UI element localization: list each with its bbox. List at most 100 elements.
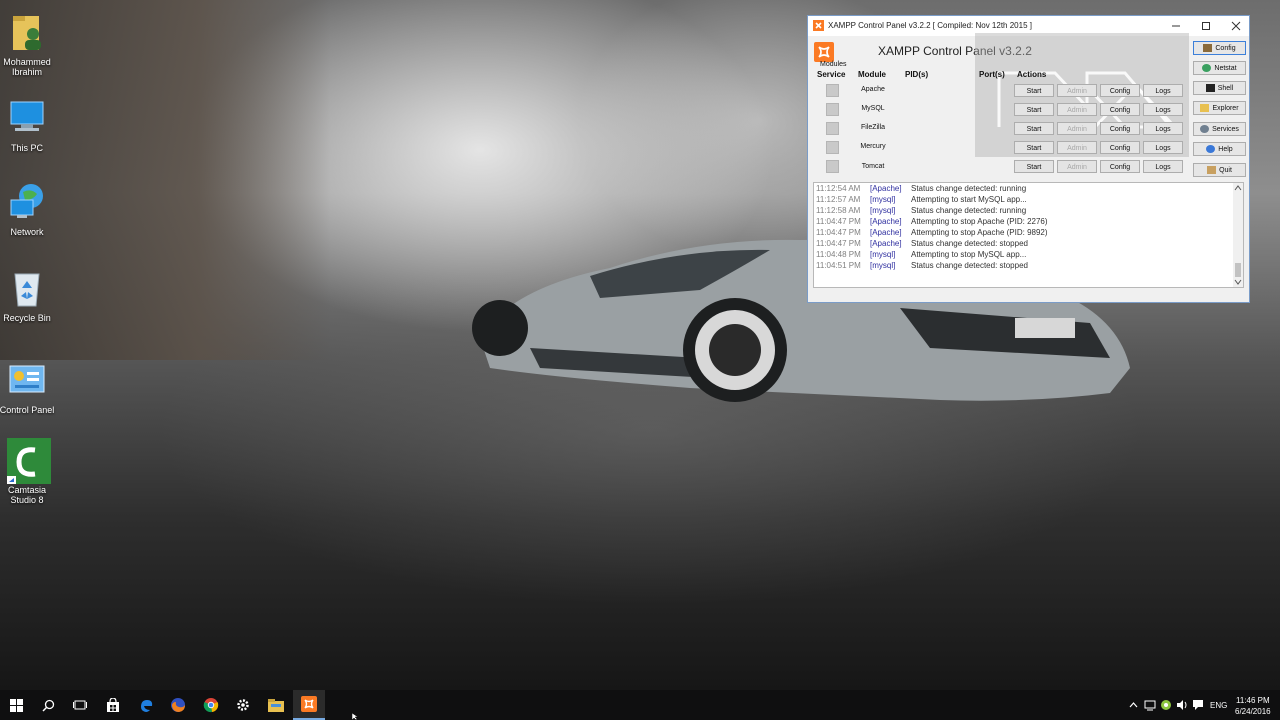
side-button-label: Shell (1217, 84, 1234, 92)
firefox-icon (171, 698, 185, 712)
side-help-button[interactable]: Help (1193, 142, 1246, 156)
clock-time[interactable]: 11:46 PM (1236, 696, 1270, 705)
column-header-pids: PID(s) (905, 70, 929, 79)
side-button-label: Netstat (1214, 64, 1237, 72)
taskbar-edge[interactable] (130, 690, 162, 720)
xampp-icon (813, 20, 824, 31)
admin-button[interactable]: Admin (1057, 84, 1097, 97)
maximize-icon (1202, 22, 1210, 30)
start-button[interactable]: Start (1014, 84, 1054, 97)
clock-date[interactable]: 6/24/2016 (1235, 707, 1271, 716)
logs-button[interactable]: Logs (1143, 84, 1183, 97)
side-config-button[interactable]: Config (1193, 41, 1246, 55)
service-checkbox[interactable] (826, 122, 839, 135)
config-button[interactable]: Config (1100, 84, 1140, 97)
recycle-bin-icon (5, 266, 49, 310)
taskbar-xampp[interactable] (293, 690, 325, 720)
log-message: Status change detected: stopped (911, 261, 1028, 270)
module-name: MySQL (861, 105, 885, 112)
taskbar-settings[interactable] (227, 690, 259, 720)
control-panel-icon (5, 358, 49, 402)
help-icon (1206, 145, 1216, 153)
start-button[interactable]: Start (1014, 160, 1054, 173)
side-explorer-button[interactable]: Explorer (1193, 101, 1246, 115)
maximize-button[interactable] (1191, 16, 1221, 36)
taskbar-file-explorer[interactable] (260, 690, 292, 720)
close-icon (1231, 21, 1241, 31)
logs-button[interactable]: Logs (1143, 122, 1183, 135)
log-horizontal-scrollbar[interactable] (813, 288, 1244, 298)
column-header-actions: Actions (1017, 70, 1047, 79)
side-button-label: Quit (1219, 166, 1232, 174)
language-indicator[interactable]: ENG (1210, 701, 1227, 710)
wrench-icon (1203, 44, 1213, 52)
module-name: Apache (861, 86, 885, 93)
service-checkbox[interactable] (826, 103, 839, 116)
task-view-icon (73, 700, 87, 710)
taskbar-store[interactable] (97, 690, 129, 720)
log-time: 11:04:51 PM (816, 261, 861, 270)
service-checkbox[interactable] (826, 141, 839, 154)
config-button[interactable]: Config (1100, 160, 1140, 173)
logs-button[interactable]: Logs (1143, 103, 1183, 116)
config-button[interactable]: Config (1100, 103, 1140, 116)
desktop-icon-control-panel[interactable]: Control Panel (0, 358, 65, 415)
logs-button[interactable]: Logs (1143, 160, 1183, 173)
side-services-button[interactable]: Services (1193, 122, 1246, 136)
log-module: [Apache] (870, 239, 902, 248)
admin-button[interactable]: Admin (1057, 122, 1097, 135)
log-time: 11:12:54 AM (816, 184, 861, 193)
taskbar-chrome[interactable] (195, 690, 227, 720)
desktop-icon-label: Network (10, 227, 44, 237)
log-module: [mysql] (870, 250, 896, 259)
desktop-icon-network[interactable]: Network (0, 180, 65, 237)
camtasia-tray-icon[interactable] (1160, 699, 1172, 711)
computer-icon (5, 96, 49, 140)
service-checkbox[interactable] (826, 160, 839, 173)
desktop-icon-label: Control Panel (0, 405, 55, 415)
side-quit-button[interactable]: Quit (1193, 163, 1246, 177)
desktop-icon-label: Recycle Bin (3, 313, 51, 323)
side-shell-button[interactable]: Shell (1193, 81, 1246, 95)
config-button[interactable]: Config (1100, 122, 1140, 135)
action-center-icon[interactable] (1192, 699, 1204, 711)
admin-button[interactable]: Admin (1057, 160, 1097, 173)
desktop-icon-label: Camtasia Studio 8 (7, 485, 46, 505)
log-output-pane[interactable]: 11:12:54 AM [Apache] Status change detecte… (813, 182, 1244, 288)
module-name: Mercury (860, 143, 886, 150)
taskbar-firefox[interactable] (162, 690, 194, 720)
network-globe-icon (5, 180, 49, 224)
admin-button[interactable]: Admin (1057, 103, 1097, 116)
xampp-logo-icon (814, 42, 834, 62)
desktop-icon-user-folder[interactable]: Mohammed Ibrahim (0, 10, 65, 77)
log-message: Attempting to stop MySQL app... (911, 250, 1027, 259)
folder-icon (1200, 104, 1210, 112)
xampp-control-panel-window[interactable]: XAMPP Control Panel v3.2.2 [ Compiled: N… (807, 15, 1250, 303)
gear-icon (237, 699, 249, 711)
search-button[interactable] (32, 690, 64, 720)
logs-button[interactable]: Logs (1143, 141, 1183, 154)
desktop-icon-this-pc[interactable]: This PC (0, 96, 65, 153)
close-button[interactable] (1221, 16, 1251, 36)
volume-icon[interactable] (1176, 699, 1188, 711)
side-button-label: Help (1218, 145, 1233, 153)
start-button[interactable]: Start (1014, 141, 1054, 154)
file-explorer-folder-icon (268, 698, 284, 712)
config-button[interactable]: Config (1100, 141, 1140, 154)
log-line: 11:04:47 PM [Apache] Attempting to stop Ap… (816, 228, 1048, 239)
task-view-button[interactable] (64, 690, 96, 720)
desktop-icon-recycle-bin[interactable]: Recycle Bin (0, 266, 65, 323)
admin-button[interactable]: Admin (1057, 141, 1097, 154)
network-tray-icon[interactable] (1144, 699, 1156, 711)
show-hidden-icons-chevron-up-icon[interactable] (1129, 701, 1138, 709)
start-button[interactable]: Start (1014, 103, 1054, 116)
side-netstat-button[interactable]: Netstat (1193, 61, 1246, 75)
service-checkbox[interactable] (826, 84, 839, 97)
quit-door-icon (1207, 166, 1217, 174)
desktop-icon-camtasia[interactable]: Camtasia Studio 8 (0, 438, 65, 505)
start-button[interactable]: Start (1014, 122, 1054, 135)
log-vertical-scrollbar[interactable] (1233, 183, 1243, 287)
log-module: [mysql] (870, 195, 896, 204)
log-time: 11:04:48 PM (816, 250, 861, 259)
start-button[interactable] (0, 690, 32, 720)
